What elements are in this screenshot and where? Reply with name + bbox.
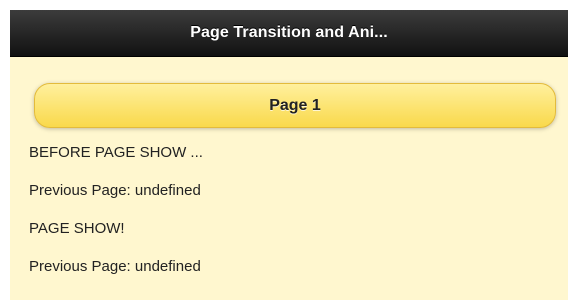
log-line-before-page-show: BEFORE PAGE SHOW ... (29, 144, 203, 161)
content-area: Page 1 BEFORE PAGE SHOW ... Previous Pag… (10, 57, 568, 275)
header-bar: Page Transition and Ani... (10, 10, 568, 57)
log-line-previous-page-1: Previous Page: undefined (29, 182, 201, 199)
page-1-button[interactable]: Page 1 (34, 83, 556, 128)
log-line-previous-page-2: Previous Page: undefined (29, 258, 201, 275)
event-log: BEFORE PAGE SHOW ... Previous Page: unde… (28, 145, 558, 275)
page-title: Page Transition and Ani... (190, 24, 388, 41)
page-1-button-label: Page 1 (269, 96, 321, 114)
app-frame: Page Transition and Ani... Page 1 BEFORE… (10, 10, 568, 300)
log-line-page-show: PAGE SHOW! (29, 220, 125, 237)
